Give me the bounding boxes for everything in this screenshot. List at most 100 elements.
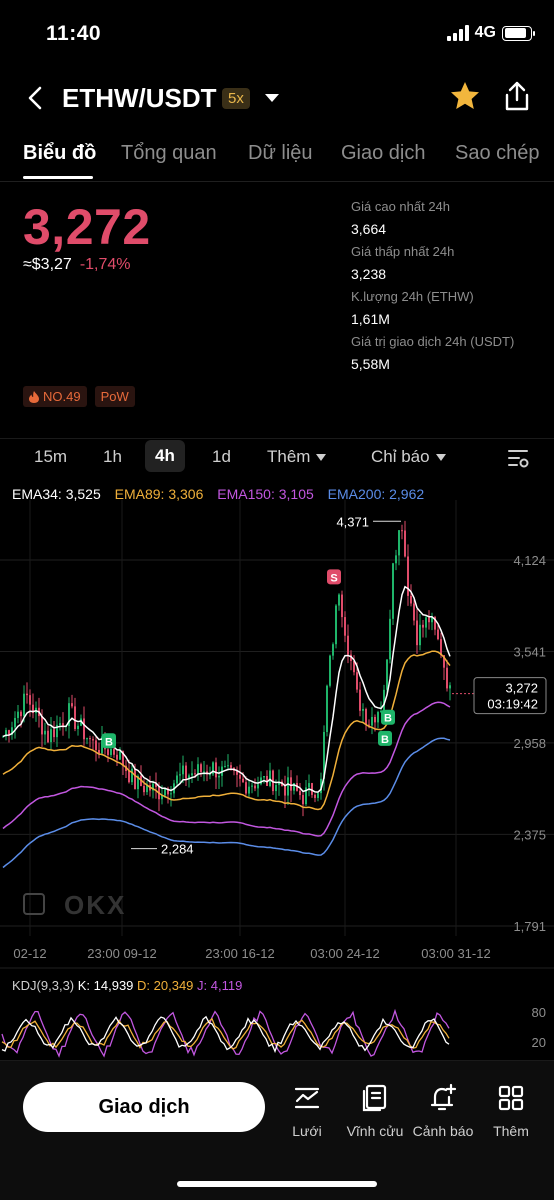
kdj-label: KDJ(9,3,3) K: 14,939 D: 20,349 J: 4,119 (12, 978, 242, 993)
y-tick-label: 1,791 (513, 919, 546, 934)
battery-icon (502, 25, 535, 41)
candle-body (449, 685, 451, 689)
tab-copy[interactable]: Sao chép (455, 142, 540, 165)
candle-body (371, 716, 373, 726)
candle-body (110, 749, 112, 755)
timeframe-bar: 15m 1h 4h 1d Thêm Chỉ báo (0, 438, 554, 474)
tf-1h[interactable]: 1h (103, 447, 122, 467)
candle-body (224, 766, 226, 768)
candle-body (203, 771, 205, 773)
tf-1d[interactable]: 1d (212, 447, 231, 467)
candle-body (47, 730, 49, 743)
alert-label: Cảnh báo (412, 1123, 474, 1139)
candle-body (164, 788, 166, 796)
y-tick-label: 2,958 (513, 736, 546, 751)
candle-body (71, 703, 73, 707)
candle-body (50, 729, 52, 743)
pair-dropdown-icon[interactable] (264, 92, 280, 104)
tab-data[interactable]: Dữ liệu (248, 142, 313, 165)
chart-overlay: OKX4,3712,284BSBB3,27203:19:42 (23, 514, 547, 920)
signal-label: B (105, 736, 113, 748)
candle-body (287, 777, 289, 796)
alert-action[interactable]: Cảnh báo (411, 1083, 475, 1139)
tf-more[interactable]: Thêm (267, 447, 327, 467)
candle-body (128, 771, 130, 783)
candle-body (374, 716, 376, 723)
tab-trades[interactable]: Giao dịch (341, 142, 426, 165)
candle-body (299, 790, 301, 796)
x-tick-label: 23:00 16-12 (205, 946, 274, 961)
candle-body (332, 644, 334, 656)
chevron-down-icon (435, 454, 446, 462)
okx-watermark: OKX (64, 890, 126, 920)
candle-body (386, 659, 388, 690)
apps-grid-icon (498, 1085, 524, 1111)
candle-body (194, 773, 196, 775)
home-indicator (177, 1181, 377, 1187)
candle-body (377, 712, 379, 723)
grid-bot-icon (294, 1087, 320, 1109)
x-tick-label: 23:00 09-12 (87, 946, 156, 961)
candle-body (44, 730, 46, 735)
more-action[interactable]: Thêm (479, 1083, 543, 1139)
ema-line (2, 585, 451, 793)
candles (2, 520, 451, 817)
candle-body (182, 765, 184, 775)
candle-body (329, 655, 331, 686)
candle-body (446, 667, 448, 689)
consensus-badge[interactable]: PoW (94, 386, 135, 407)
candle-body (401, 530, 403, 532)
favorite-star-icon[interactable] (449, 80, 481, 112)
candle-body (311, 783, 313, 795)
trade-button[interactable]: Giao dịch (23, 1082, 265, 1132)
candle-body (359, 689, 361, 711)
perpetual-action[interactable]: Vĩnh cửu (343, 1083, 407, 1139)
tf-4h[interactable]: 4h (145, 440, 185, 472)
candle-body (428, 617, 430, 623)
price-chart[interactable]: 4,124 3,541 2,958 2,375 1,791 02-12 23:00 09-1… (0, 500, 554, 1060)
active-tab-indicator (23, 176, 93, 179)
candle-body (227, 765, 229, 767)
candle-body (176, 775, 178, 784)
grid-action[interactable]: Lưới (275, 1083, 339, 1139)
price-change: -1,74% (79, 256, 131, 273)
stat-label-turnover: Giá trị giao dịch 24h (USDT) (351, 334, 515, 349)
tf-15m[interactable]: 15m (34, 447, 67, 467)
candle-body (335, 605, 337, 645)
y-tick-label: 3,541 (513, 644, 546, 659)
candle-body (26, 693, 28, 696)
indicators-dropdown[interactable]: Chỉ báo (371, 447, 446, 467)
candle-body (119, 751, 121, 760)
expand-icon (23, 893, 45, 915)
candle-body (317, 793, 319, 799)
badges: NO.49 PoW (23, 386, 135, 407)
candle-body (416, 620, 418, 646)
candle-body (356, 672, 358, 690)
tab-chart[interactable]: Biểu đồ (23, 142, 96, 165)
candle-body (179, 774, 181, 776)
kdj-tick: 80 (532, 1005, 546, 1020)
stat-value-volume: 1,61M (351, 311, 390, 327)
candle-body (53, 729, 55, 738)
rank-badge[interactable]: NO.49 (23, 386, 87, 407)
candle-body (248, 786, 250, 794)
candle-body (275, 784, 277, 792)
share-icon[interactable] (502, 80, 532, 112)
current-price-label: 3,272 (505, 681, 538, 696)
candle-body (170, 793, 172, 795)
kdj-j: J: 4,119 (197, 978, 242, 993)
candle-body (425, 617, 427, 628)
candle-body (83, 718, 85, 740)
ema-lines (2, 585, 451, 869)
candle-body (398, 530, 400, 556)
price-sub: ≈$3,27 -1,74% (23, 256, 131, 274)
chart-settings-icon[interactable] (506, 447, 530, 469)
back-icon[interactable] (22, 84, 50, 112)
tab-overview[interactable]: Tổng quan (121, 142, 217, 165)
candle-body (59, 723, 61, 725)
candle-body (107, 749, 109, 755)
candle-body (257, 784, 259, 789)
candle-body (113, 749, 115, 755)
pair-title[interactable]: ETHW/USDT (62, 83, 217, 114)
status-bar: 11:40 4G (0, 0, 554, 70)
